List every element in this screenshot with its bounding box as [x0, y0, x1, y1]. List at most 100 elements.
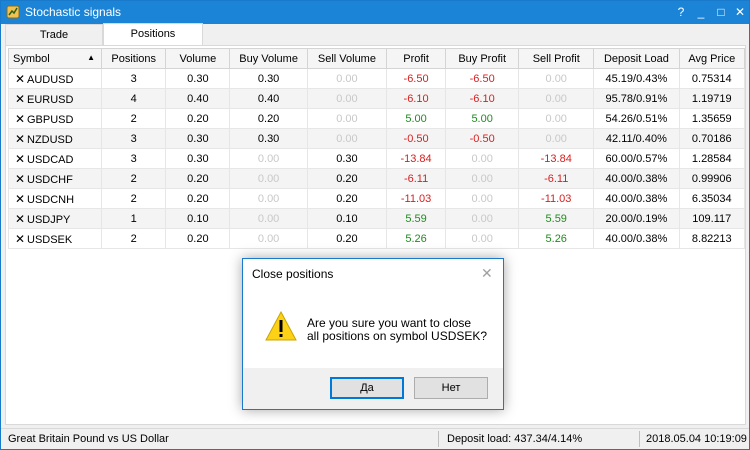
column-header-symbol[interactable]: Symbol ▲ — [7, 48, 103, 69]
column-header-profit[interactable]: Profit — [386, 48, 447, 69]
cell-avg-price: 1.28584 — [678, 148, 746, 169]
cell-positions: 2 — [101, 168, 167, 189]
cell-profit: -13.84 — [386, 148, 447, 169]
cell-deposit-load: 95.78/0.91% — [593, 88, 680, 109]
cell-volume: 0.30 — [165, 128, 231, 149]
title-bar[interactable]: Stochastic signals ? _ □ ✕ — [1, 1, 749, 24]
close-position-icon[interactable]: ✕ — [15, 152, 27, 166]
symbol-label: NZDUSD — [27, 133, 73, 146]
cell-avg-price: 0.99906 — [678, 168, 746, 189]
close-position-icon[interactable]: ✕ — [15, 232, 27, 246]
symbol-label: AUDUSD — [27, 73, 74, 86]
cell-deposit-load: 40.00/0.38% — [593, 168, 680, 189]
cell-buy-volume: 0.00 — [229, 188, 308, 209]
cell-positions: 3 — [101, 128, 167, 149]
cell-avg-price: 8.82213 — [678, 228, 746, 249]
cell-sell-profit: -6.11 — [518, 168, 595, 189]
cell-deposit-load: 60.00/0.57% — [593, 148, 680, 169]
help-icon[interactable]: ? — [672, 4, 690, 20]
status-bar: Great Britain Pound vs US Dollar Deposit… — [1, 428, 749, 449]
table-row[interactable]: ✕ USDJPY 1 0.10 0.00 0.10 5.59 0.00 5.59 20.00/0.… — [7, 208, 746, 229]
column-header-buy-profit[interactable]: Buy Profit — [445, 48, 520, 69]
cell-sell-volume: 0.30 — [306, 148, 388, 169]
table-row[interactable]: ✕ EURUSD 4 0.40 0.40 0.00 -6.10 -6.10 0.00 95.78/… — [7, 88, 746, 109]
cell-buy-profit: 5.00 — [445, 108, 520, 129]
column-header-sell-profit[interactable]: Sell Profit — [518, 48, 595, 69]
table-row[interactable]: ✕ USDCHF 2 0.20 0.00 0.20 -6.11 0.00 -6.11 40.00/… — [7, 168, 746, 189]
cell-profit: -6.10 — [386, 88, 447, 109]
column-header-sell-volume[interactable]: Sell Volume — [306, 48, 388, 69]
cell-volume: 0.10 — [165, 208, 231, 229]
cell-deposit-load: 20.00/0.19% — [593, 208, 680, 229]
cell-symbol: ✕ EURUSD — [7, 88, 103, 109]
maximize-button[interactable]: □ — [712, 4, 730, 20]
cell-avg-price: 0.75314 — [678, 68, 746, 89]
table-row[interactable]: ✕ GBPUSD 2 0.20 0.20 0.00 5.00 5.00 0.00 54.26/0.… — [7, 108, 746, 129]
cell-buy-profit: 0.00 — [445, 188, 520, 209]
cell-sell-profit: 5.59 — [518, 208, 595, 229]
column-header-positions[interactable]: Positions — [101, 48, 167, 69]
table-row[interactable]: ✕ USDSEK 2 0.20 0.00 0.20 5.26 0.00 5.26 40.00/0.… — [7, 228, 746, 249]
column-header-avg-price[interactable]: Avg Price — [678, 48, 746, 69]
symbol-label: USDCHF — [27, 173, 73, 186]
status-divider — [438, 431, 439, 447]
close-position-icon[interactable]: ✕ — [15, 72, 27, 86]
cell-buy-volume: 0.30 — [229, 68, 308, 89]
cell-deposit-load: 40.00/0.38% — [593, 228, 680, 249]
cell-buy-volume: 0.00 — [229, 148, 308, 169]
cell-buy-profit: -0.50 — [445, 128, 520, 149]
cell-positions: 2 — [101, 228, 167, 249]
dialog-close-icon[interactable]: ✕ — [481, 265, 493, 282]
close-position-icon[interactable]: ✕ — [15, 132, 27, 146]
close-position-icon[interactable]: ✕ — [15, 172, 27, 186]
column-header-buy-volume[interactable]: Buy Volume — [229, 48, 308, 69]
warning-icon — [265, 311, 297, 341]
table-row[interactable]: ✕ USDCAD 3 0.30 0.00 0.30 -13.84 0.00 -13.84 60.0… — [7, 148, 746, 169]
cell-sell-volume: 0.10 — [306, 208, 388, 229]
dialog-message-line: all positions on symbol USDSEK? — [307, 329, 488, 343]
cell-symbol: ✕ USDJPY — [7, 208, 103, 229]
cell-profit: 5.00 — [386, 108, 447, 129]
status-datetime: 2018.05.04 10:19:09 — [646, 433, 747, 445]
cell-sell-profit: 0.00 — [518, 128, 595, 149]
cell-buy-volume: 0.30 — [229, 128, 308, 149]
cell-sell-volume: 0.00 — [306, 108, 388, 129]
column-header-volume[interactable]: Volume — [165, 48, 231, 69]
dialog-title-bar[interactable]: Close positions ✕ — [243, 259, 503, 288]
no-button[interactable]: Нет — [414, 377, 488, 399]
close-position-icon[interactable]: ✕ — [15, 112, 27, 126]
table-row[interactable]: ✕ USDCNH 2 0.20 0.00 0.20 -11.03 0.00 -11.03 40.0… — [7, 188, 746, 209]
cell-sell-profit: 0.00 — [518, 108, 595, 129]
cell-sell-profit: -13.84 — [518, 148, 595, 169]
cell-avg-price: 1.35659 — [678, 108, 746, 129]
cell-sell-volume: 0.00 — [306, 68, 388, 89]
cell-symbol: ✕ NZDUSD — [7, 128, 103, 149]
yes-button[interactable]: Да — [330, 377, 404, 399]
cell-volume: 0.20 — [165, 228, 231, 249]
tab-positions[interactable]: Positions — [103, 23, 203, 46]
table-row[interactable]: ✕ NZDUSD 3 0.30 0.30 0.00 -0.50 -0.50 0.00 42.11/… — [7, 128, 746, 149]
positions-table: Symbol ▲ Positions Volume Buy Volume Sell… — [7, 48, 746, 249]
close-position-icon[interactable]: ✕ — [15, 192, 27, 206]
minimize-button[interactable]: _ — [692, 4, 710, 20]
column-header-deposit-load[interactable]: Deposit Load — [593, 48, 680, 69]
close-button[interactable]: ✕ — [731, 4, 749, 20]
dialog-body: Are you sure you want to close all posit… — [243, 288, 503, 368]
table-row[interactable]: ✕ AUDUSD 3 0.30 0.30 0.00 -6.50 -6.50 0.00 45.19/… — [7, 68, 746, 89]
cell-sell-profit: 5.26 — [518, 228, 595, 249]
tab-trade[interactable]: Trade — [5, 24, 103, 46]
cell-symbol: ✕ USDCHF — [7, 168, 103, 189]
symbol-label: EURUSD — [27, 93, 74, 106]
close-position-icon[interactable]: ✕ — [15, 92, 27, 106]
cell-positions: 4 — [101, 88, 167, 109]
cell-symbol: ✕ AUDUSD — [7, 68, 103, 89]
cell-sell-volume: 0.20 — [306, 228, 388, 249]
tab-strip: Trade Positions — [5, 23, 745, 46]
cell-positions: 3 — [101, 68, 167, 89]
cell-profit: 5.26 — [386, 228, 447, 249]
symbol-label: USDCAD — [27, 153, 74, 166]
close-position-icon[interactable]: ✕ — [15, 212, 27, 226]
deposit-load-status: Deposit load: 437.34/4.14% — [447, 433, 583, 445]
cell-symbol: ✕ USDCAD — [7, 148, 103, 169]
cell-profit: 5.59 — [386, 208, 447, 229]
